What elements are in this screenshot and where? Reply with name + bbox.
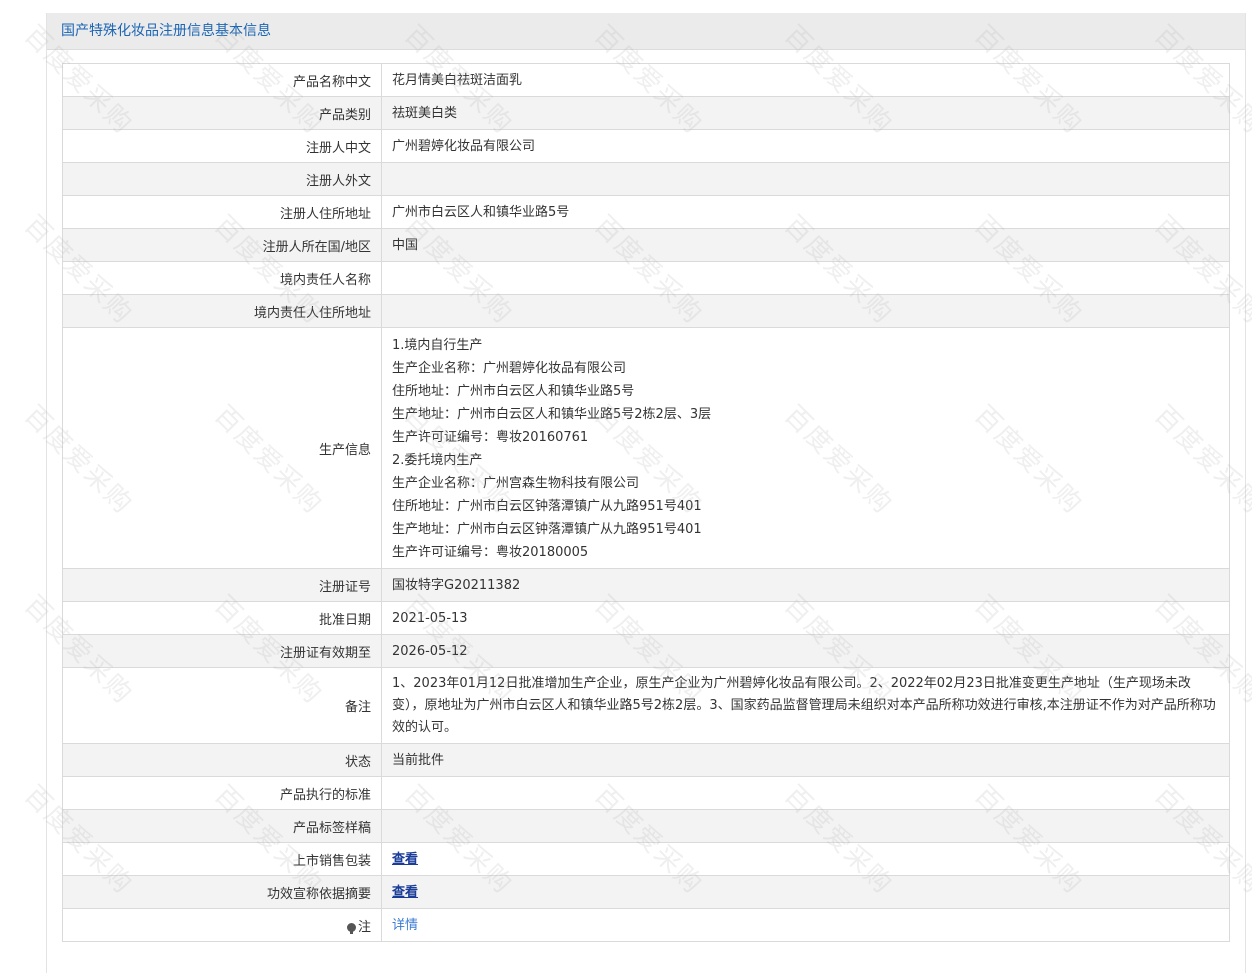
row-value: 查看 [381, 842, 1230, 876]
note-label: 注 [357, 919, 371, 935]
registration-info-table: 产品名称中文 花月情美白祛斑洁面乳 产品类别 祛斑美白类 注册人中文 广州碧婷化… [62, 63, 1230, 942]
production-line: 2.委托境内生产 [392, 453, 483, 468]
table-row: 功效宣称依据摘要 查看 [62, 875, 1230, 909]
remark-text: 1、2023年01月12日批准增加生产企业，原生产企业为广州碧婷化妆品有限公司。… [392, 676, 1216, 735]
row-label: 注册人住所地址 [62, 195, 382, 229]
table-row: 注册证号 国妆特字G20211382 [62, 568, 1230, 602]
production-line: 生产地址：广州市白云区人和镇华业路5号2栋2层、3层 [392, 407, 712, 422]
table-row: 产品名称中文 花月情美白祛斑洁面乳 [62, 63, 1230, 97]
table-row: 注册人中文 广州碧婷化妆品有限公司 [62, 129, 1230, 163]
row-label: 注册人中文 [62, 129, 382, 163]
table-row: 注册人外文 [62, 162, 1230, 196]
row-label: 功效宣称依据摘要 [62, 875, 382, 909]
row-label: 生产信息 [62, 327, 382, 569]
row-label: 产品类别 [62, 96, 382, 130]
table-row: 上市销售包装 查看 [62, 842, 1230, 876]
production-info-row: 生产信息 1.境内自行生产 生产企业名称：广州碧婷化妆品有限公司 住所地址：广州… [62, 327, 1230, 569]
row-value: 广州碧婷化妆品有限公司 [381, 129, 1230, 163]
table-row: 产品类别 祛斑美白类 [62, 96, 1230, 130]
row-label: 注 [62, 908, 382, 942]
row-label: 状态 [62, 743, 382, 777]
row-value [381, 776, 1230, 810]
production-line: 生产地址：广州市白云区钟落潭镇广从九路951号401 [392, 522, 702, 537]
table-row: 境内责任人名称 [62, 261, 1230, 295]
row-value [381, 261, 1230, 295]
production-line: 生产许可证编号：粤妆20160761 [392, 430, 589, 445]
row-value: 查看 [381, 875, 1230, 909]
production-line: 生产许可证编号：粤妆20180005 [392, 545, 589, 560]
row-label: 产品标签样稿 [62, 809, 382, 843]
remark-value: 1、2023年01月12日批准增加生产企业，原生产企业为广州碧婷化妆品有限公司。… [381, 667, 1230, 744]
table-row: 注册人住所地址 广州市白云区人和镇华业路5号 [62, 195, 1230, 229]
note-row: 注 详情 [62, 908, 1230, 942]
row-value: 详情 [381, 908, 1230, 942]
production-line: 住所地址：广州市白云区人和镇华业路5号 [392, 384, 635, 399]
table-row: 产品执行的标准 [62, 776, 1230, 810]
row-label: 产品执行的标准 [62, 776, 382, 810]
table-row: 注册证有效期至 2026-05-12 [62, 634, 1230, 668]
row-value: 2021-05-13 [381, 601, 1230, 635]
row-label: 注册人所在国/地区 [62, 228, 382, 262]
remark-row: 备注 1、2023年01月12日批准增加生产企业，原生产企业为广州碧婷化妆品有限… [62, 667, 1230, 744]
row-label: 注册证号 [62, 568, 382, 602]
production-line: 生产企业名称：广州碧婷化妆品有限公司 [392, 361, 627, 376]
table-row: 产品标签样稿 [62, 809, 1230, 843]
row-value [381, 809, 1230, 843]
row-label: 境内责任人住所地址 [62, 294, 382, 328]
row-value: 花月情美白祛斑洁面乳 [381, 63, 1230, 97]
row-value [381, 162, 1230, 196]
row-value: 祛斑美白类 [381, 96, 1230, 130]
row-value: 当前批件 [381, 743, 1230, 777]
lightbulb-icon [346, 922, 356, 934]
row-label: 产品名称中文 [62, 63, 382, 97]
production-info-value: 1.境内自行生产 生产企业名称：广州碧婷化妆品有限公司 住所地址：广州市白云区人… [381, 327, 1230, 569]
production-line: 住所地址：广州市白云区钟落潭镇广从九路951号401 [392, 499, 702, 514]
row-value [381, 294, 1230, 328]
panel-title: 国产特殊化妆品注册信息基本信息 [47, 13, 1245, 50]
view-packaging-link[interactable]: 查看 [392, 852, 418, 867]
row-value: 国妆特字G20211382 [381, 568, 1230, 602]
row-label: 注册证有效期至 [62, 634, 382, 668]
row-label: 批准日期 [62, 601, 382, 635]
row-label: 备注 [62, 667, 382, 744]
production-line: 生产企业名称：广州宫森生物科技有限公司 [392, 476, 640, 491]
table-row: 状态 当前批件 [62, 743, 1230, 777]
production-line: 1.境内自行生产 [392, 338, 483, 353]
row-value: 广州市白云区人和镇华业路5号 [381, 195, 1230, 229]
row-value: 2026-05-12 [381, 634, 1230, 668]
details-link[interactable]: 详情 [392, 918, 418, 933]
row-label: 上市销售包装 [62, 842, 382, 876]
row-label: 境内责任人名称 [62, 261, 382, 295]
row-label: 注册人外文 [62, 162, 382, 196]
view-efficacy-summary-link[interactable]: 查看 [392, 885, 418, 900]
table-row: 境内责任人住所地址 [62, 294, 1230, 328]
registration-info-panel: 国产特殊化妆品注册信息基本信息 产品名称中文 花月情美白祛斑洁面乳 产品类别 祛… [46, 13, 1246, 973]
table-row: 批准日期 2021-05-13 [62, 601, 1230, 635]
row-value: 中国 [381, 228, 1230, 262]
table-row: 注册人所在国/地区 中国 [62, 228, 1230, 262]
